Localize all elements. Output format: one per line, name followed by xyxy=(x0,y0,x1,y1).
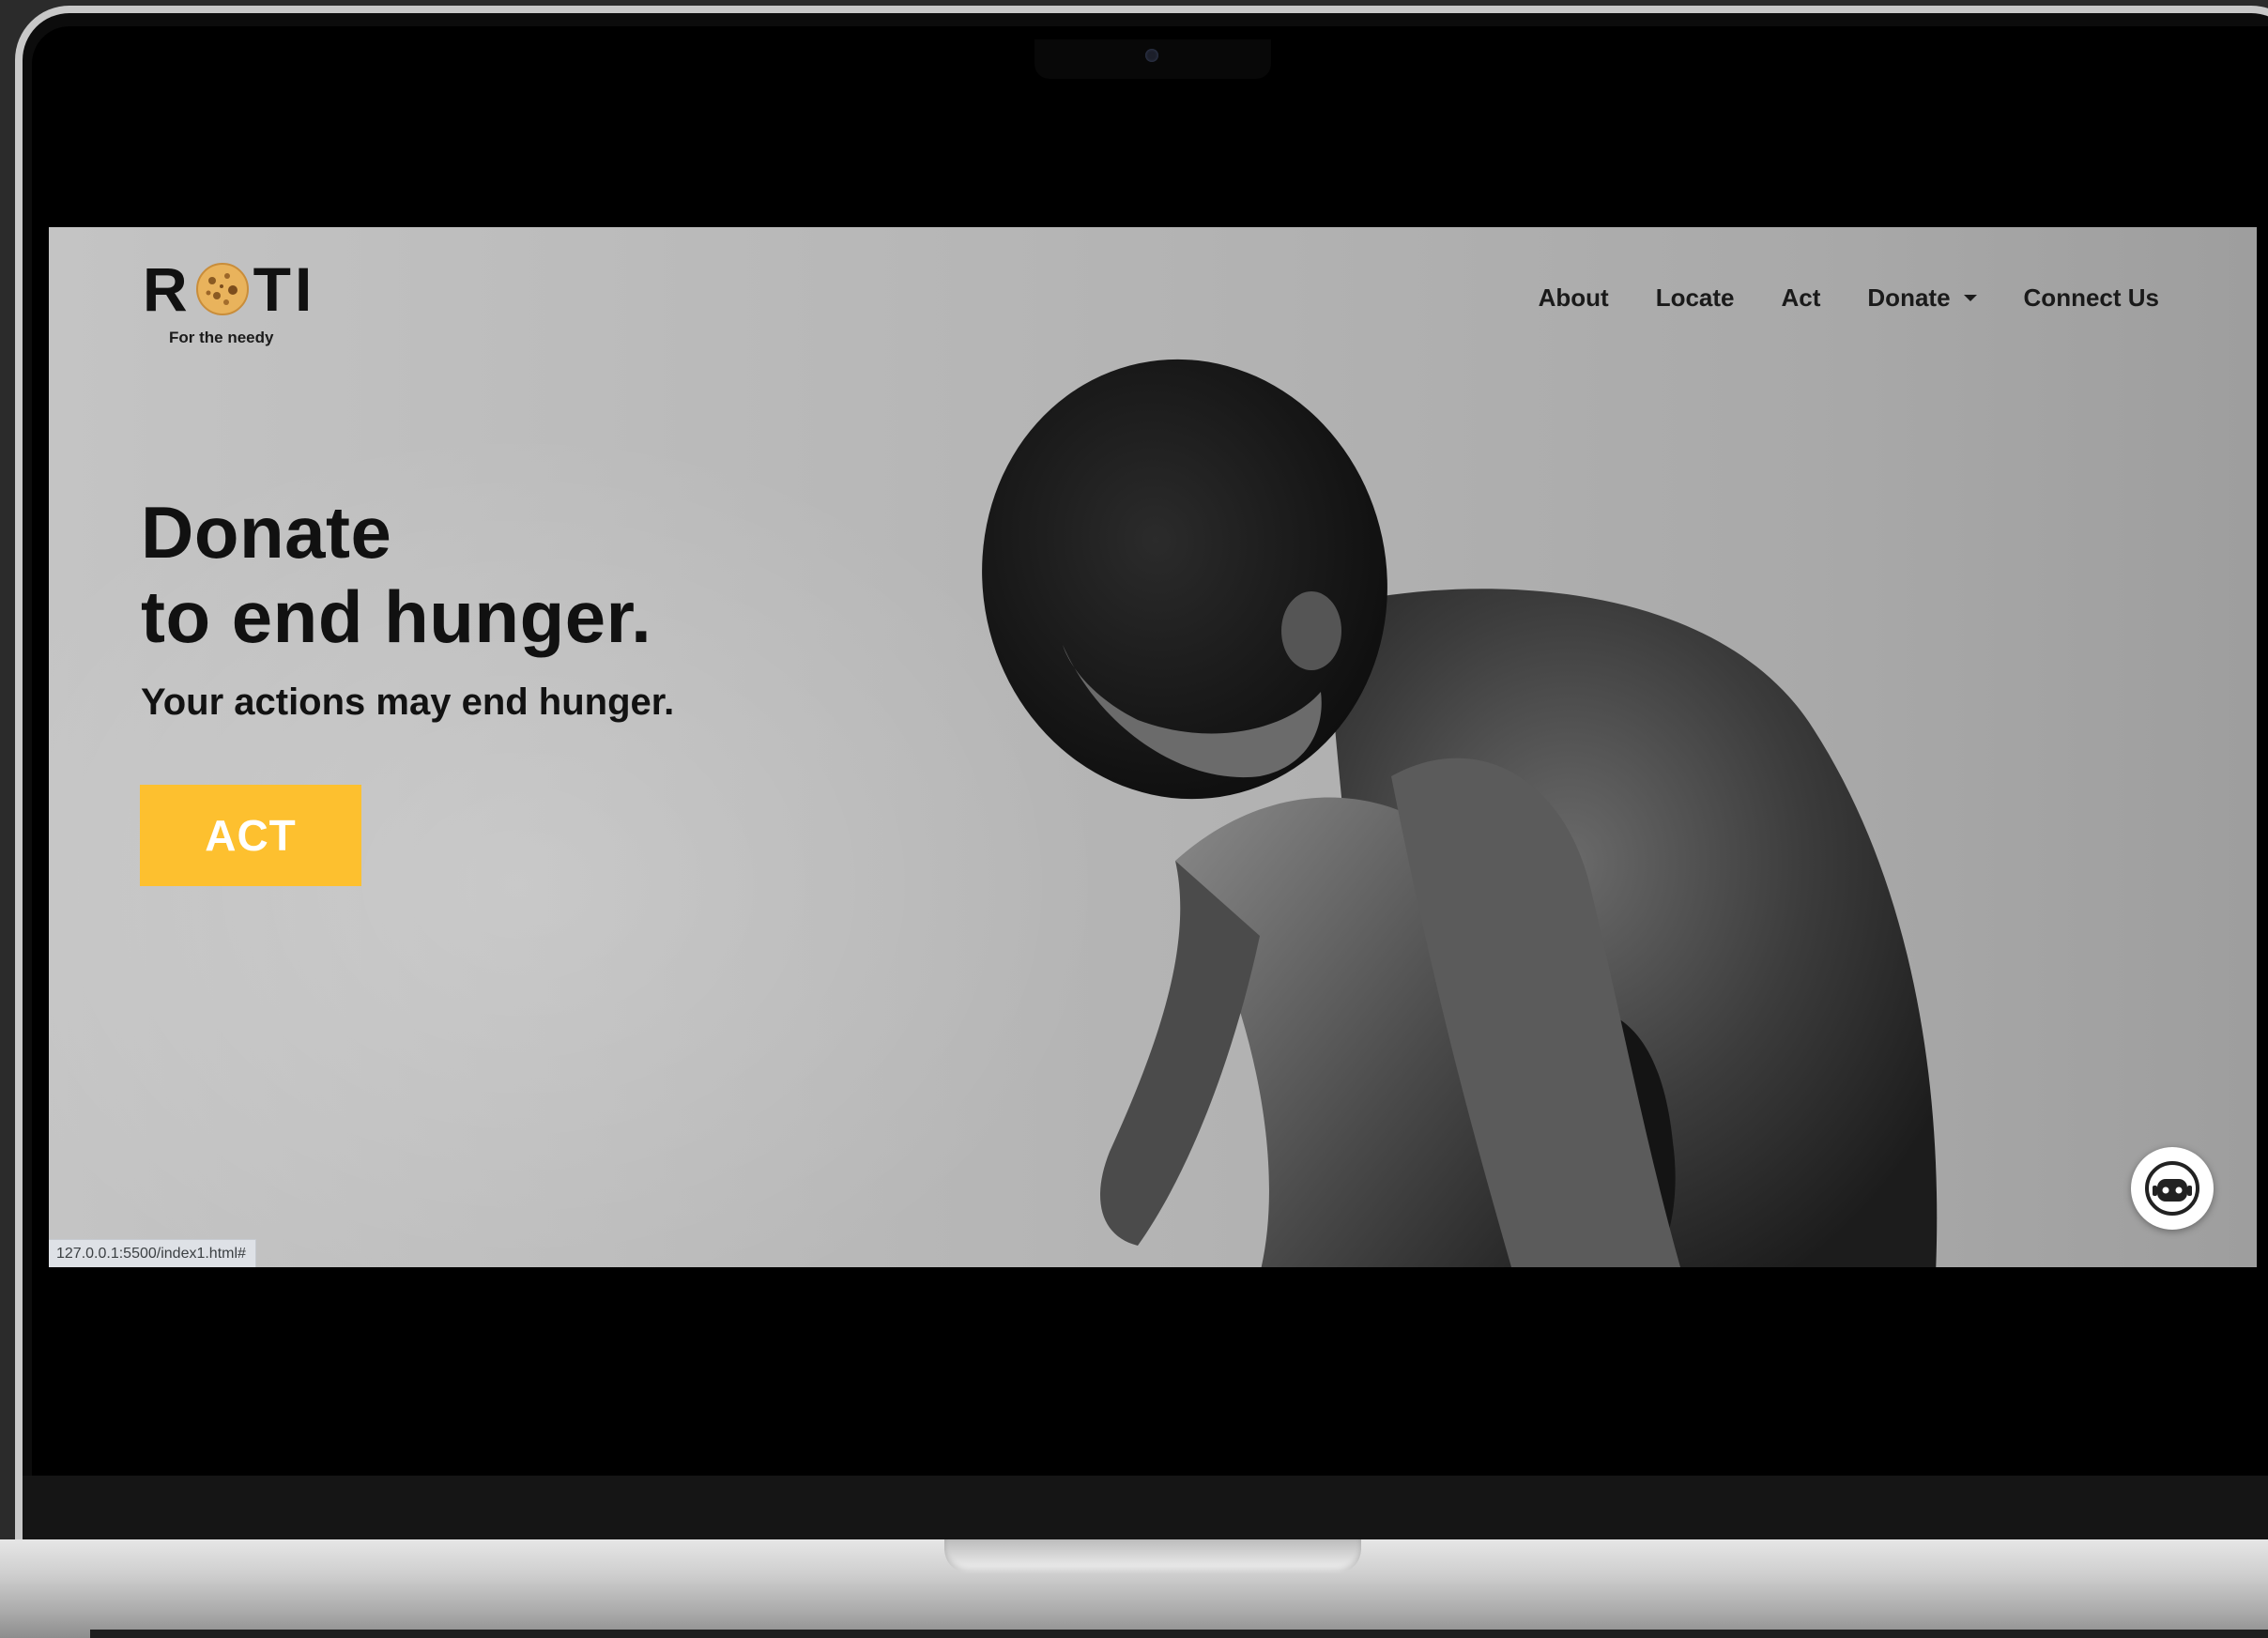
brand-name-part2: TI xyxy=(253,254,316,324)
hero-title-line2: to end hunger. xyxy=(141,575,652,658)
brand-wordmark: R TI xyxy=(143,252,315,327)
laptop-hinge xyxy=(23,1476,2268,1541)
trackpad-notch xyxy=(944,1539,1361,1573)
nav-about[interactable]: About xyxy=(1539,276,1609,320)
caret-down-icon xyxy=(1963,295,1977,301)
hero-subtitle: Your actions may end hunger. xyxy=(141,681,675,723)
browser-viewport: R TI For the needy About Locate Act Dona… xyxy=(49,227,2257,1267)
brand-tagline: For the needy xyxy=(169,329,274,346)
nav-donate-dropdown[interactable]: Donate xyxy=(1867,276,1977,320)
laptop-mockup: R TI For the needy About Locate Act Dona… xyxy=(0,0,2268,1638)
roti-bread-icon xyxy=(195,263,249,315)
chatbot-robot-icon xyxy=(2145,1161,2199,1216)
nav-donate-label: Donate xyxy=(1867,283,1951,312)
status-bar-url: 127.0.0.1:5500/index1.html# xyxy=(49,1239,256,1267)
hero-title: Donate to end hunger. xyxy=(141,490,651,659)
webcam-icon xyxy=(1145,49,1158,62)
hero-title-line1: Donate xyxy=(141,491,392,574)
nav-act[interactable]: Act xyxy=(1782,276,1821,320)
nav-locate[interactable]: Locate xyxy=(1656,276,1735,320)
hero-photo-child xyxy=(982,359,1938,1267)
chatbot-button[interactable] xyxy=(2131,1147,2214,1230)
nav-connect-us[interactable]: Connect Us xyxy=(2024,276,2159,320)
laptop-base-shadow xyxy=(90,1630,2268,1638)
brand-name-part1: R xyxy=(143,254,192,324)
main-nav: About Locate Act Donate Connect Us xyxy=(1539,276,2159,320)
brand-logo[interactable]: R TI For the needy xyxy=(143,252,349,346)
act-button[interactable]: ACT xyxy=(140,785,361,886)
